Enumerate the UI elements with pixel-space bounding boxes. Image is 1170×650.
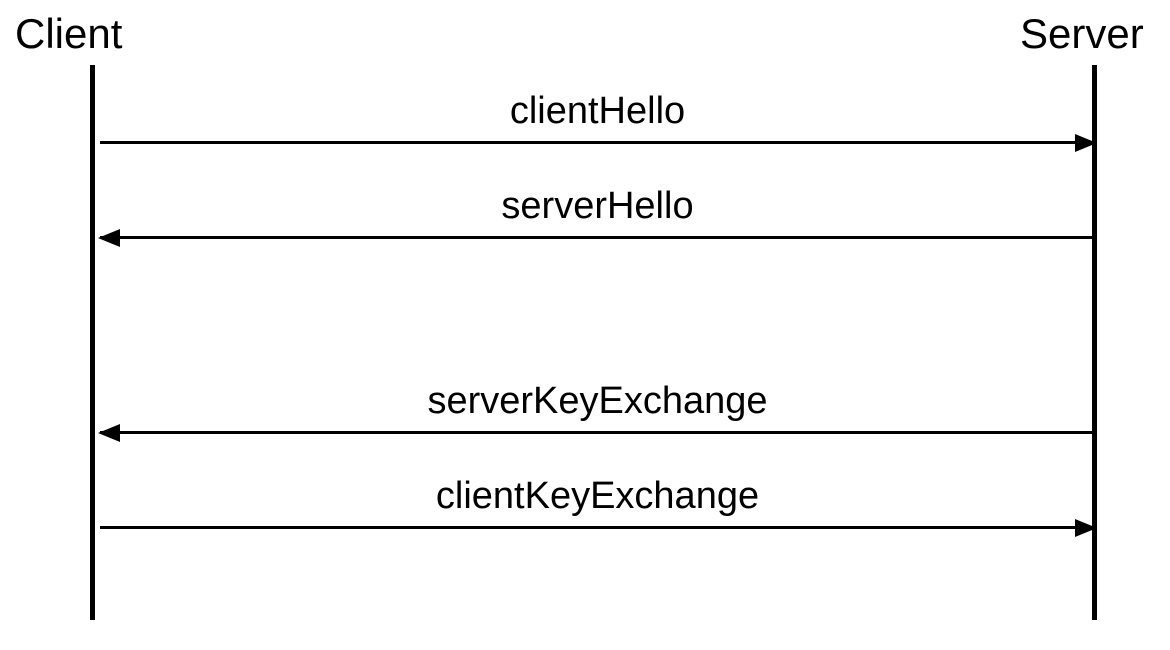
sequence-diagram: Client Server clientHello serverHello se… (0, 0, 1170, 650)
message-label: serverHello (100, 185, 1095, 228)
message-server-key-exchange: serverKeyExchange (100, 380, 1095, 434)
message-label: clientHello (100, 90, 1095, 133)
arrow-left-icon (100, 431, 1095, 434)
message-client-hello: clientHello (100, 90, 1095, 144)
server-label: Server (1020, 10, 1144, 58)
message-label: serverKeyExchange (100, 380, 1095, 423)
arrow-left-icon (100, 236, 1095, 239)
client-lifeline (90, 65, 95, 620)
arrow-right-icon (100, 526, 1095, 529)
arrow-right-icon (100, 141, 1095, 144)
message-server-hello: serverHello (100, 185, 1095, 239)
client-label: Client (15, 10, 122, 58)
message-client-key-exchange: clientKeyExchange (100, 475, 1095, 529)
message-label: clientKeyExchange (100, 475, 1095, 518)
